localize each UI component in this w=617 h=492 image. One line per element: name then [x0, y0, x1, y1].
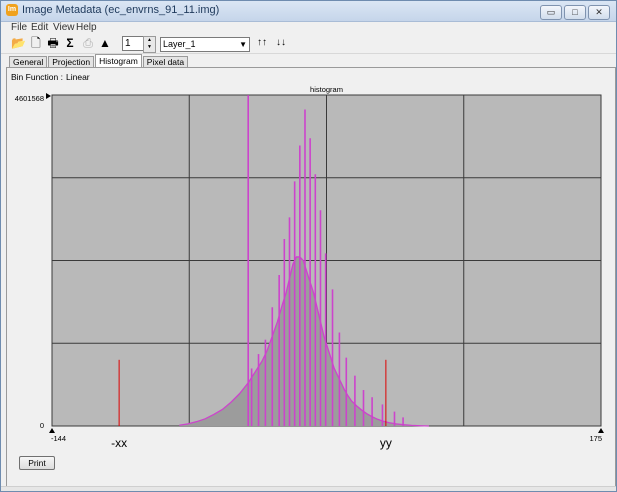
status-bar: [1, 486, 616, 491]
histogram-chart: -xx yy histogram 4601568 0 -144 175: [15, 85, 604, 450]
threshold-label-2: yy: [380, 436, 392, 450]
y-max-label: 4601568: [15, 94, 44, 103]
x-max-label: 175: [589, 434, 602, 443]
print-button[interactable]: Print: [19, 456, 55, 470]
app-window: Im Image Metadata (ec_envrns_91_11.img) …: [0, 0, 617, 492]
chart-title: histogram: [310, 85, 343, 94]
x-min-handle: [49, 428, 55, 433]
x-min-label: -144: [51, 434, 66, 443]
y-min-label: 0: [40, 421, 44, 430]
y-max-handle: [46, 93, 51, 99]
x-max-handle: [598, 428, 604, 433]
threshold-label-1: -xx: [111, 436, 127, 450]
